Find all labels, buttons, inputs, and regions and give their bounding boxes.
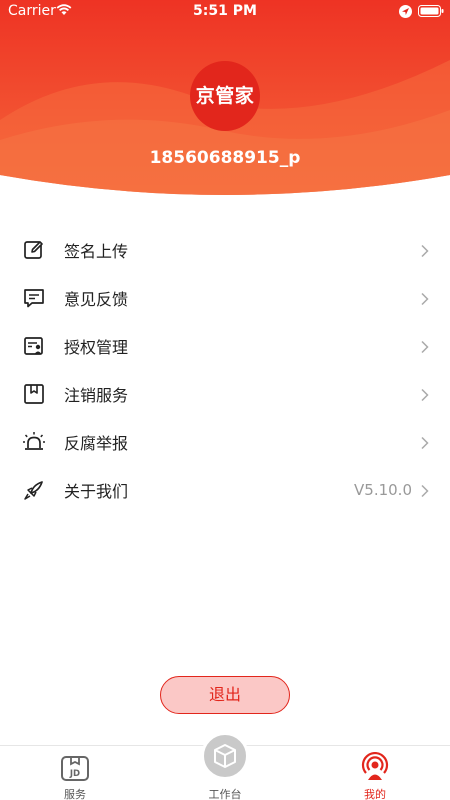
profile-broadcast-icon xyxy=(360,751,390,786)
tab-label: 服务 xyxy=(64,788,86,800)
menu-item-about-us[interactable]: 关于我们 V5.10.0 xyxy=(0,466,450,514)
message-icon xyxy=(22,286,46,310)
edit-icon xyxy=(22,238,46,262)
menu-item-label: 授权管理 xyxy=(64,338,129,357)
menu-item-feedback[interactable]: 意见反馈 xyxy=(0,274,450,322)
app-version: V5.10.0 xyxy=(354,481,412,499)
bottom-tab-bar: JD 服务 工作台 我的 xyxy=(0,732,450,800)
menu-item-cancel-service[interactable]: 注销服务 xyxy=(0,370,450,418)
svg-text:JD: JD xyxy=(69,769,80,779)
profile-header: Carrier 5:51 PM 京管家 18560688915_p xyxy=(0,0,450,215)
jd-package-icon: JD xyxy=(60,752,90,786)
menu-item-label: 意见反馈 xyxy=(64,290,129,309)
chevron-right-icon xyxy=(420,243,430,258)
location-arrow-icon xyxy=(399,5,412,22)
menu-item-label: 签名上传 xyxy=(64,242,129,261)
tab-mine[interactable]: 我的 xyxy=(335,746,415,800)
tab-services[interactable]: JD 服务 xyxy=(35,746,115,800)
menu-item-signature-upload[interactable]: 签名上传 xyxy=(0,226,450,274)
rocket-icon xyxy=(22,478,46,502)
tab-label: 我的 xyxy=(364,788,386,800)
chevron-right-icon xyxy=(420,339,430,354)
chevron-right-icon xyxy=(420,291,430,306)
logout-button[interactable]: 退出 xyxy=(160,676,290,714)
menu-item-authorization[interactable]: 授权管理 xyxy=(0,322,450,370)
chevron-right-icon xyxy=(420,483,430,498)
chevron-right-icon xyxy=(420,387,430,402)
menu-item-label: 注销服务 xyxy=(64,386,129,405)
username: 18560688915_p xyxy=(149,148,301,168)
bookmark-icon xyxy=(22,382,46,406)
menu-item-label: 反腐举报 xyxy=(64,434,129,453)
box-icon xyxy=(201,732,249,780)
app-logo: 京管家 xyxy=(190,61,260,131)
clock: 5:51 PM xyxy=(193,3,257,19)
alarm-icon xyxy=(22,430,46,454)
menu-item-anti-corruption-report[interactable]: 反腐举报 xyxy=(0,418,450,466)
menu-item-label: 关于我们 xyxy=(64,482,129,501)
authorization-icon xyxy=(22,334,46,358)
tab-workbench[interactable]: 工作台 xyxy=(185,732,265,800)
status-bar: Carrier 5:51 PM xyxy=(0,0,450,24)
battery-icon xyxy=(418,5,444,21)
settings-menu: 签名上传 意见反馈 授权管理 注销服务 反腐举报 关于我们 V5.10.0 xyxy=(0,226,450,514)
tab-label: 工作台 xyxy=(208,788,242,800)
chevron-right-icon xyxy=(420,435,430,450)
